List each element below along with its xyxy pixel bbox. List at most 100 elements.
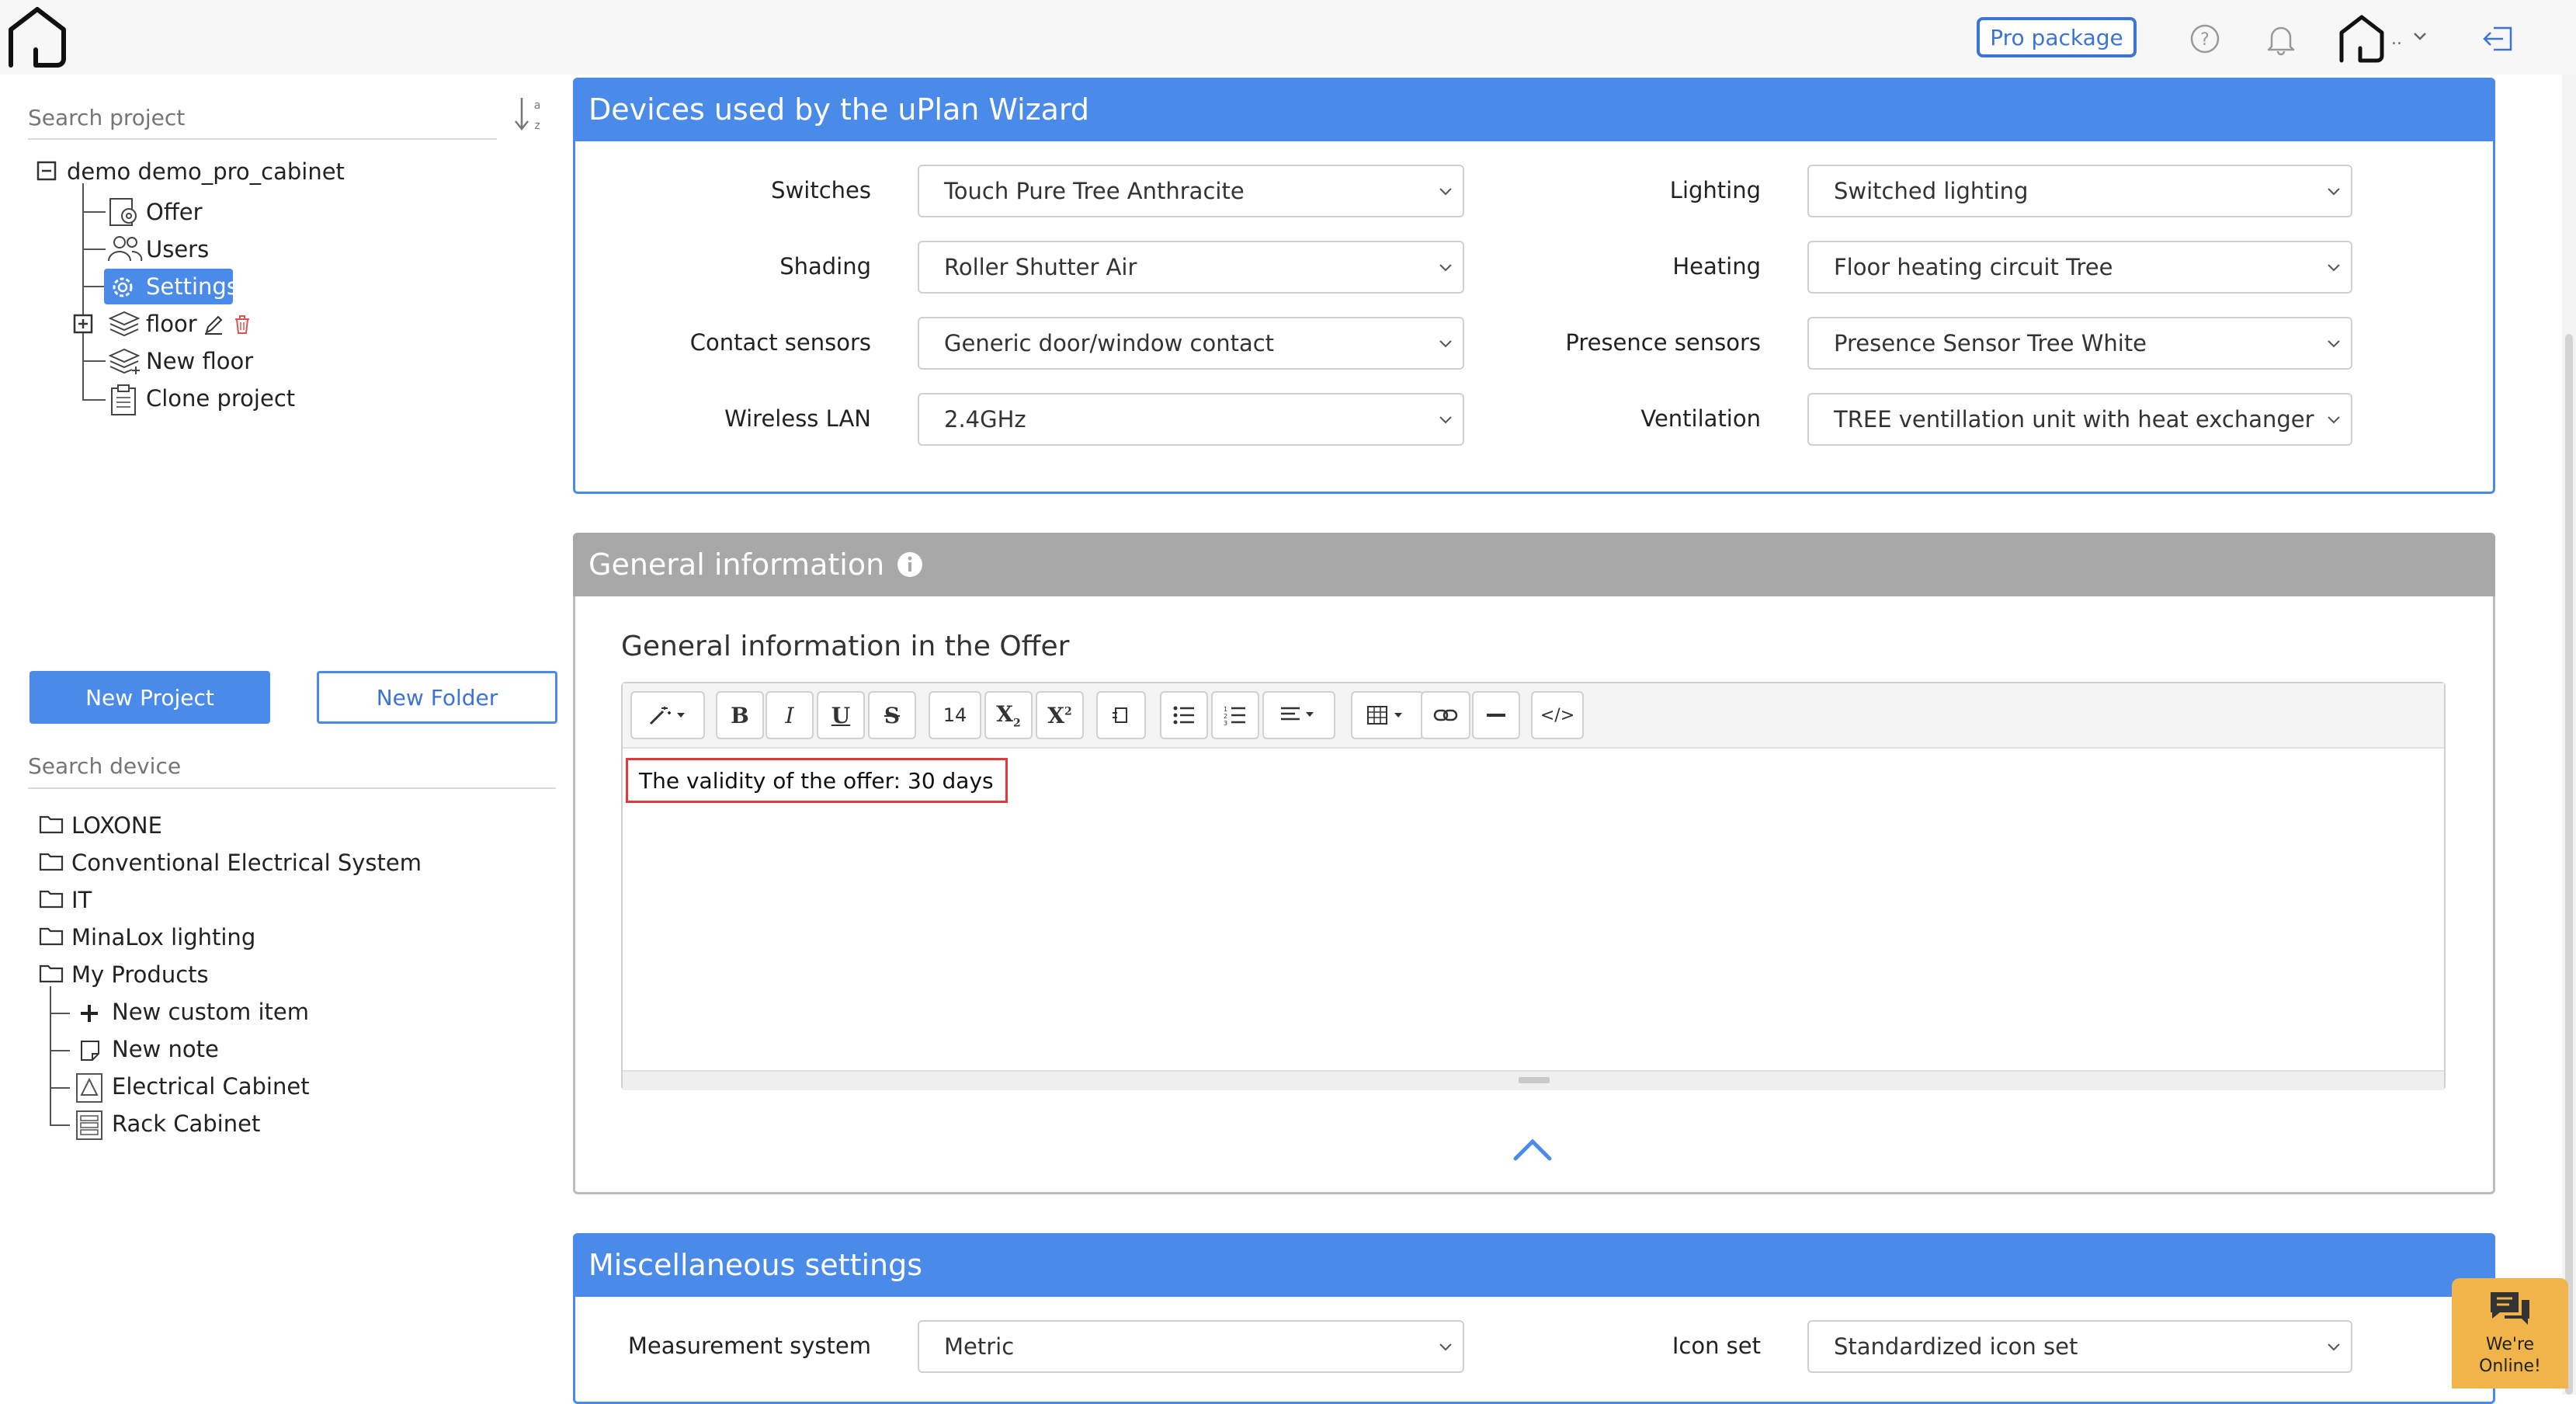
- strikethrough-button[interactable]: S: [868, 691, 916, 739]
- ordered-list-button[interactable]: 1 2 3: [1211, 691, 1259, 739]
- bell-icon[interactable]: [2265, 22, 2297, 56]
- chevron-down-icon[interactable]: [2411, 28, 2428, 45]
- bullet-list-icon: [1173, 706, 1194, 725]
- italic-button[interactable]: I: [766, 691, 814, 739]
- device-folder-it[interactable]: IT: [71, 887, 92, 913]
- font-size-value: 14: [943, 704, 967, 726]
- subscript-button[interactable]: X2: [984, 691, 1033, 739]
- project-root-label[interactable]: demo demo_pro_cabinet: [67, 158, 345, 185]
- horizontal-rule-button[interactable]: [1472, 691, 1520, 739]
- folder-icon: [39, 853, 64, 871]
- icon-set-value: Standardized icon set: [1834, 1333, 2078, 1360]
- tree-item-floor[interactable]: floor: [146, 311, 197, 337]
- settings-gear-icon: [113, 277, 133, 297]
- align-button[interactable]: [1262, 691, 1335, 739]
- switches-value: Touch Pure Tree Anthracite: [944, 178, 1245, 204]
- resize-handle[interactable]: [1519, 1077, 1550, 1083]
- chevron-down-icon: [2328, 340, 2340, 348]
- user-name-dots: ..: [2391, 30, 2402, 49]
- user-avatar-logo-icon[interactable]: [2337, 14, 2387, 64]
- tree-item-new-floor[interactable]: New floor: [146, 348, 253, 374]
- magic-style-button[interactable]: [630, 691, 705, 739]
- bullet-list-button[interactable]: [1160, 691, 1208, 739]
- presence-sensors-select[interactable]: Presence Sensor Tree White: [1807, 317, 2352, 370]
- superscript-button[interactable]: X2: [1036, 691, 1084, 739]
- chat-line2: Online!: [2479, 1357, 2541, 1376]
- new-folder-button[interactable]: New Folder: [317, 671, 557, 724]
- tree-item-new-note[interactable]: New note: [112, 1036, 219, 1062]
- switches-select[interactable]: Touch Pure Tree Anthracite: [918, 165, 1464, 217]
- svg-text:a: a: [534, 99, 541, 112]
- floor-layers-icon: [108, 311, 141, 337]
- label-shading: Shading: [779, 253, 871, 280]
- help-question-icon[interactable]: ?: [2189, 23, 2220, 54]
- house-logo-icon[interactable]: [5, 5, 70, 70]
- heating-select[interactable]: Floor heating circuit Tree: [1807, 241, 2352, 294]
- editor-content-highlighted[interactable]: The validity of the offer: 30 days: [626, 758, 1008, 803]
- svg-text:1: 1: [1224, 706, 1227, 713]
- shading-select[interactable]: Roller Shutter Air: [918, 241, 1464, 294]
- sort-az-icon[interactable]: a z: [512, 93, 547, 138]
- ventilation-select[interactable]: TREE ventillation unit with heat exchang…: [1807, 393, 2352, 446]
- code-view-icon: </>: [1540, 705, 1575, 725]
- rack-cabinet-icon: [76, 1110, 102, 1140]
- contact-sensors-select[interactable]: Generic door/window contact: [918, 317, 1464, 370]
- lighting-select[interactable]: Switched lighting: [1807, 165, 2352, 217]
- tree-branch: [50, 1124, 70, 1126]
- underline-icon: U: [831, 702, 851, 728]
- label-heating: Heating: [1672, 253, 1761, 280]
- edit-pencil-icon[interactable]: [203, 314, 224, 335]
- tree-item-rack-cabinet[interactable]: Rack Cabinet: [112, 1110, 260, 1137]
- svg-text:2: 2: [1224, 713, 1227, 720]
- label-icon-set: Icon set: [1672, 1333, 1761, 1359]
- underline-button[interactable]: U: [817, 691, 865, 739]
- tree-branch: [82, 286, 106, 287]
- ordered-list-icon: 1 2 3: [1224, 706, 1245, 725]
- tree-item-users[interactable]: Users: [146, 236, 209, 262]
- measurement-system-select[interactable]: Metric: [918, 1320, 1464, 1373]
- expand-tree-icon[interactable]: [73, 314, 93, 334]
- tree-item-electrical-cabinet[interactable]: Electrical Cabinet: [112, 1073, 310, 1100]
- device-folder-conventional[interactable]: Conventional Electrical System: [71, 850, 422, 876]
- format-clear-button[interactable]: [1096, 691, 1146, 739]
- table-button[interactable]: [1351, 691, 1424, 739]
- chevron-down-icon: [1439, 264, 1452, 272]
- link-button[interactable]: [1421, 691, 1470, 739]
- label-presence-sensors: Presence sensors: [1565, 329, 1761, 356]
- tree-branch: [82, 360, 106, 362]
- scrollbar-thumb[interactable]: [2565, 334, 2573, 1395]
- info-circle-icon[interactable]: [897, 551, 923, 578]
- device-folder-my-products[interactable]: My Products: [71, 961, 209, 988]
- bold-button[interactable]: B: [716, 691, 764, 739]
- pro-package-button[interactable]: Pro package: [1977, 17, 2137, 57]
- tree-branch: [82, 211, 106, 213]
- note-icon: [81, 1041, 99, 1061]
- new-project-button[interactable]: New Project: [30, 671, 270, 724]
- code-view-button[interactable]: </>: [1531, 691, 1584, 739]
- label-switches: Switches: [771, 177, 871, 203]
- wireless-lan-select[interactable]: 2.4GHz: [918, 393, 1464, 446]
- device-folder-loxone[interactable]: LOXONE: [71, 812, 162, 839]
- tree-item-new-custom-item[interactable]: New custom item: [112, 999, 309, 1025]
- tree-item-offer[interactable]: Offer: [146, 199, 203, 225]
- strikethrough-icon: S: [884, 702, 901, 728]
- tree-line: [50, 986, 51, 1126]
- device-folder-minalox[interactable]: MinaLox lighting: [71, 924, 255, 950]
- chevron-down-icon: [2328, 188, 2340, 196]
- logout-icon[interactable]: [2481, 23, 2515, 54]
- font-size-button[interactable]: 14: [929, 691, 981, 739]
- search-project-input[interactable]: [28, 96, 497, 140]
- tree-item-clone-project[interactable]: Clone project: [146, 385, 295, 412]
- chevron-up-icon[interactable]: [1511, 1135, 1554, 1163]
- label-wireless-lan: Wireless LAN: [724, 405, 871, 432]
- collapse-tree-icon[interactable]: [36, 160, 57, 182]
- wireless-lan-value: 2.4GHz: [944, 406, 1026, 433]
- general-info-title: General information: [588, 547, 885, 582]
- tree-item-settings[interactable]: Settings: [146, 273, 238, 300]
- icon-set-select[interactable]: Standardized icon set: [1807, 1320, 2352, 1373]
- chat-widget[interactable]: We're Online!: [2452, 1278, 2568, 1388]
- chevron-down-icon: [2328, 416, 2340, 424]
- svg-text:z: z: [534, 120, 540, 132]
- delete-trash-icon[interactable]: [233, 314, 252, 335]
- search-device-input[interactable]: [28, 744, 556, 789]
